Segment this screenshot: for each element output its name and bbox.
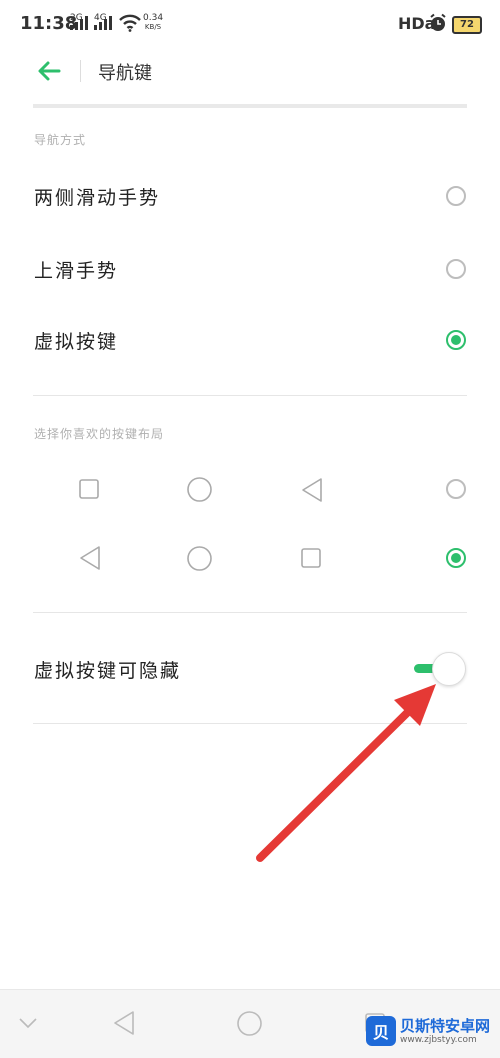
radio-two-side-swipe[interactable] [446,186,466,206]
watermark: 贝 贝斯特安卓网 www.zjbstyy.com [366,1008,500,1054]
square-icon [301,548,321,568]
section-divider [33,395,467,396]
radio-layout-1[interactable] [446,479,466,499]
chevron-down-icon[interactable] [18,1017,38,1029]
battery-icon: 72 [452,16,482,34]
speed-unit: KB/S [144,23,162,31]
nav-home-icon[interactable] [236,1010,263,1037]
network-speed: 0.34 KB/S [143,14,163,32]
status-time: 11:38 [20,13,78,34]
section-divider [33,723,467,724]
section-title-layout: 选择你喜欢的按键布局 [34,427,165,441]
signal-icon [70,16,88,30]
section-title-nav-mode: 导航方式 [34,133,87,147]
page-title: 导航键 [98,63,152,84]
circle-icon [187,477,212,502]
wifi-icon [119,14,141,32]
hide-keys-label: 虚拟按键可隐藏 [34,660,182,682]
status-bar: 11:38 2G 4G 0.34 KB/S HDa 72 [0,0,500,48]
triangle-left-icon [302,478,322,502]
watermark-logo-icon: 贝 [366,1016,396,1046]
square-icon [79,479,99,499]
triangle-left-icon [80,546,100,570]
header-separator [33,104,467,108]
watermark-name: 贝斯特安卓网 [400,1016,491,1035]
circle-icon [187,546,212,571]
nav-back-icon[interactable] [112,1010,136,1036]
option-swipe-up[interactable]: 上滑手势 [34,256,118,283]
watermark-url: www.zjbstyy.com [400,1034,477,1045]
option-two-side-swipe[interactable]: 两侧滑动手势 [34,183,160,210]
toggle-knob [432,652,466,686]
annotation-arrow-icon [256,684,436,862]
hide-keys-toggle[interactable] [410,651,468,687]
speed-value: 0.34 [143,13,164,23]
option-virtual-keys[interactable]: 虚拟按键 [34,327,118,354]
header-divider [80,60,81,82]
radio-swipe-up[interactable] [446,259,466,279]
alarm-icon [430,13,446,31]
radio-virtual-keys[interactable] [446,330,466,350]
signal-icon [94,16,112,30]
back-arrow-icon[interactable] [34,56,64,86]
section-divider [33,612,467,613]
radio-layout-2[interactable] [446,548,466,568]
